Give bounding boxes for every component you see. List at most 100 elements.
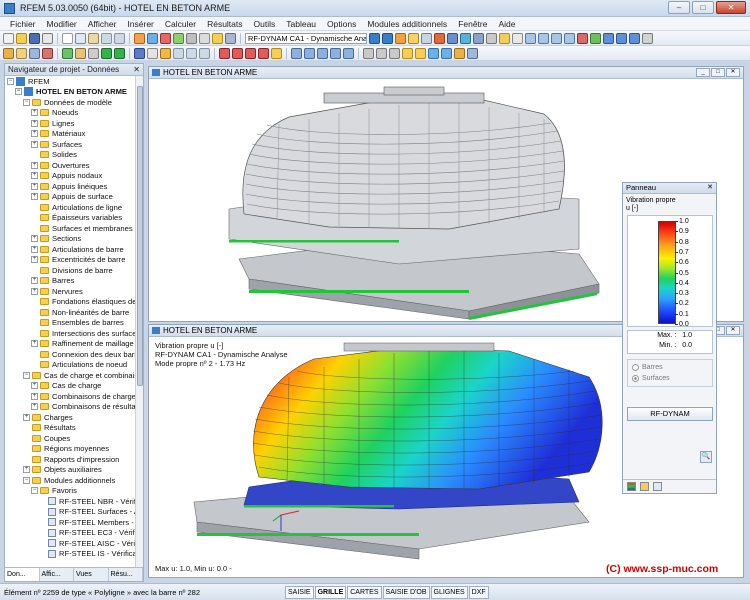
report-icon[interactable] [212,32,223,44]
expand-icon[interactable]: + [31,245,38,253]
next-icon[interactable] [382,32,393,44]
tree-item[interactable]: RF-STEEL NBR - Vérifi [5,496,136,507]
display-options-icon[interactable] [642,32,653,44]
tree-item[interactable]: Connexion des deux barr [5,349,136,360]
view-icon[interactable] [512,32,523,44]
expand-icon[interactable]: + [31,140,38,148]
tree-item[interactable]: Surfaces et membranes d [5,223,136,234]
view-close-button[interactable]: ✕ [726,326,740,335]
expand-icon[interactable]: + [31,182,38,190]
toggle-saisie-objets[interactable]: SAISIE D'OB [382,585,430,599]
hinge-icon[interactable] [134,47,145,59]
material-icon[interactable] [160,47,171,59]
iso-view-icon[interactable] [525,32,536,44]
new-node-icon[interactable] [16,47,27,59]
new-file-icon[interactable] [3,32,14,44]
section-library-icon[interactable] [147,47,158,59]
toggle-saisie[interactable]: SAISIE [285,585,314,599]
radio-barres-dot[interactable] [632,364,639,371]
tree-item[interactable]: + Surfaces [5,139,136,150]
tree-item[interactable]: Rapports d'impression [5,454,136,465]
expand-icon[interactable]: + [31,119,38,127]
collapse-icon[interactable]: − [23,476,30,484]
concrete-design-icon[interactable] [428,47,439,59]
guide-line-icon[interactable] [317,47,328,59]
measure-icon[interactable] [363,47,374,59]
tree-item[interactable]: − Données de modèle [5,97,136,108]
color-palette-icon[interactable] [627,482,636,491]
new-opening-icon[interactable] [88,47,99,59]
toggle-glignes[interactable]: GLIGNES [430,585,468,599]
select-icon[interactable] [3,47,14,59]
radio-barres[interactable]: Barres [632,362,708,373]
add-on-icon[interactable] [402,47,413,59]
pan-icon[interactable] [616,32,627,44]
visual-object-icon[interactable] [343,47,354,59]
values-icon[interactable] [653,482,662,491]
tree-item[interactable]: Articulations de noeud [5,360,136,371]
tree-item[interactable]: − Favoris [5,486,136,497]
tree-item[interactable]: RF-STEEL Surfaces - Anal [5,507,136,518]
expand-icon[interactable]: + [31,287,38,295]
stop-icon[interactable] [160,32,171,44]
tree-item[interactable]: RF-STEEL AISC - Vérificat [5,538,136,549]
tree-item[interactable]: + Raffinement de maillage [5,339,136,350]
collapse-icon[interactable]: − [31,487,38,495]
copy-object-icon[interactable] [186,47,197,59]
open-folder-icon[interactable] [16,32,27,44]
tree-item[interactable]: Non-linéarités de barre [5,307,136,318]
color-legend[interactable]: 1.0 0.9 0.8 0.7 0.6 0.5 0.4 0.3 0.2 0.1 0.0 [627,215,713,328]
tree-item[interactable]: + Ouvertures [5,160,136,171]
info-icon[interactable] [376,47,387,59]
tree-item[interactable]: Fondations élastiques de [5,297,136,308]
member-load-icon[interactable] [245,47,256,59]
grid-icon[interactable] [199,32,210,44]
dynamic-icon[interactable] [441,47,452,59]
expand-icon[interactable]: + [31,382,38,390]
member-results-icon[interactable] [447,32,458,44]
animation-icon[interactable] [434,32,445,44]
timber-design-icon[interactable] [454,47,465,59]
loadcase-select[interactable]: RF-DYNAM CA1 - Dynamische Analyse ▼ [245,32,367,44]
previous-icon[interactable] [369,32,380,44]
move-icon[interactable] [173,47,184,59]
tree-item[interactable]: + Articulations de barre [5,244,136,255]
tab-vues[interactable]: Vues [74,568,109,581]
new-line-icon[interactable] [29,47,40,59]
rf-dynam-button[interactable]: RF-DYNAM [627,407,713,421]
model-icon[interactable] [225,32,236,44]
menu-modules-additionnels[interactable]: Modules additionnels [367,19,447,29]
tree-item[interactable]: + Barres [5,276,136,287]
expand-icon[interactable]: + [31,340,38,348]
mirror-icon[interactable] [199,47,210,59]
tree-item[interactable]: − RFEM [5,76,136,87]
close-icon[interactable]: ✕ [133,64,140,75]
tree-item[interactable]: + Appuis nodaux [5,171,136,182]
wireframe-icon[interactable] [590,32,601,44]
paste-icon[interactable] [88,32,99,44]
tree-item[interactable]: Résultats [5,423,136,434]
collapse-icon[interactable]: − [23,98,30,106]
tab-affichage[interactable]: Affic... [40,568,74,581]
tree-item[interactable]: − Cas de charge et combinaiso [5,370,136,381]
settings-icon[interactable] [640,482,649,491]
support-reactions-icon[interactable] [473,32,484,44]
collapse-icon[interactable]: − [7,77,14,85]
isolines-icon[interactable] [421,32,432,44]
tree-item[interactable]: − HOTEL EN BETON ARME [5,87,136,98]
menu-fenetre[interactable]: Fenêtre [458,19,487,29]
section-icon[interactable] [486,32,497,44]
coordinate-system-icon[interactable] [330,47,341,59]
menu-outils[interactable]: Outils [254,19,276,29]
view-minimize-button[interactable]: _ [696,68,710,77]
deformation-icon[interactable] [395,32,406,44]
expand-icon[interactable]: + [31,392,38,400]
expand-icon[interactable]: + [23,466,30,474]
expand-icon[interactable]: + [31,172,38,180]
scrollbar-thumb[interactable] [137,86,143,386]
show-results-icon[interactable] [173,32,184,44]
menu-tableau[interactable]: Tableau [286,19,316,29]
redo-icon[interactable] [114,32,125,44]
new-member-icon[interactable] [42,47,53,59]
expand-icon[interactable]: + [31,130,38,138]
